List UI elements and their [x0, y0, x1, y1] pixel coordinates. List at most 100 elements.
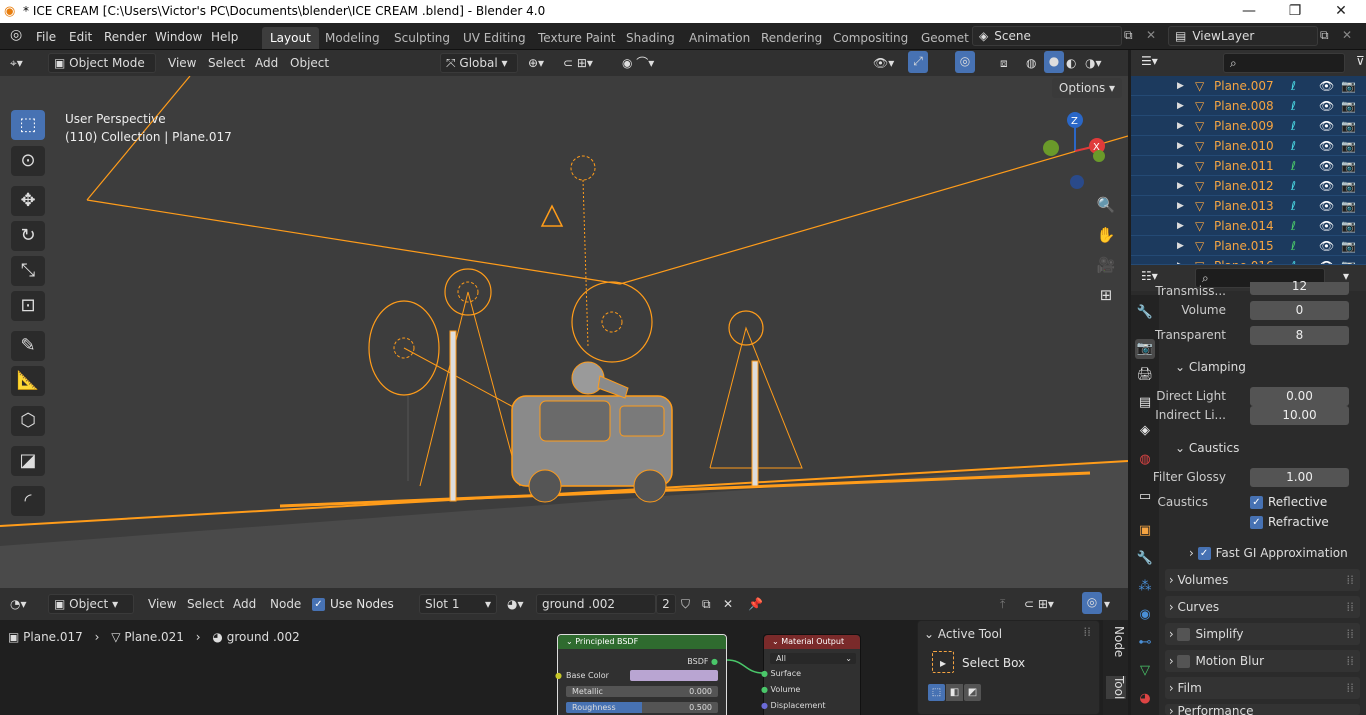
move-tool[interactable]: ✥	[11, 186, 45, 216]
tab-rendering[interactable]: Rendering	[753, 27, 830, 49]
select-extend-icon[interactable]: ◧	[946, 684, 963, 701]
volume-socket[interactable]: ● Volume	[761, 685, 800, 694]
shear-tool[interactable]: ◜	[11, 486, 45, 516]
xray-icon[interactable]: ⧈	[1000, 53, 1008, 73]
modifier-icon[interactable]: ℓ	[1291, 216, 1296, 236]
material-name-field[interactable]: ground .002	[536, 594, 656, 614]
transparent-bounces-field[interactable]: 8	[1250, 326, 1349, 345]
shrink-fatten-tool[interactable]: ◪	[11, 446, 45, 476]
node-menu-select[interactable]: Select	[187, 594, 224, 614]
3d-viewport[interactable]: Z X User Perspective (110) Collection | …	[0, 76, 1128, 588]
modifier-icon[interactable]: ℓ	[1291, 116, 1296, 136]
menu-add[interactable]: Add	[255, 53, 278, 73]
transform-orientation[interactable]: ⤧ Global ▾	[440, 53, 518, 73]
camera-icon[interactable]: 📷	[1341, 156, 1356, 176]
scene-new-icon[interactable]: ⧉	[1124, 28, 1133, 43]
expand-arrow-icon[interactable]: ▶	[1177, 236, 1184, 256]
outliner-editor-icon[interactable]: ☰▾	[1141, 54, 1158, 68]
camera-view-icon[interactable]: 🎥	[1093, 252, 1119, 278]
camera-icon[interactable]: 📷	[1341, 176, 1356, 196]
outliner-row[interactable]: ▶ ▽ Plane.008 ℓ 👁 📷	[1131, 96, 1366, 116]
tab-uv-editing[interactable]: UV Editing	[455, 27, 534, 49]
filter-icon[interactable]: ⊽	[1356, 54, 1365, 68]
outliner-row[interactable]: ▶ ▽ Plane.016 ℓ 👁 📷	[1131, 256, 1366, 265]
outliner-search[interactable]: ⌕	[1223, 53, 1345, 73]
tab-compositing[interactable]: Compositing	[825, 27, 916, 49]
outliner-item-name[interactable]: Plane.008	[1214, 96, 1274, 116]
drag-handle-icon[interactable]: ⁞⁞	[1346, 596, 1354, 618]
checkbox-icon[interactable]	[1177, 655, 1191, 668]
clamping-section[interactable]: ⌄ Clamping	[1175, 357, 1246, 377]
menu-view[interactable]: View	[168, 53, 196, 73]
outliner-row[interactable]: ▶ ▽ Plane.010 ℓ 👁 📷	[1131, 136, 1366, 156]
outliner-item-name[interactable]: Plane.007	[1214, 76, 1274, 96]
select-subtract-icon[interactable]: ◩	[964, 684, 981, 701]
material-browse-icon[interactable]: ◕▾	[507, 594, 524, 614]
material-users-count[interactable]: 2	[656, 594, 676, 614]
expand-arrow-icon[interactable]: ▶	[1177, 256, 1184, 264]
outliner-row[interactable]: ▶ ▽ Plane.009 ℓ 👁 📷	[1131, 116, 1366, 136]
drag-handle-icon[interactable]: ⁞⁞	[1346, 677, 1354, 699]
reflective-checkbox[interactable]: ✓ Reflective	[1250, 493, 1327, 511]
menu-help[interactable]: Help	[204, 27, 245, 47]
pan-hand-icon[interactable]: ✋	[1093, 222, 1119, 248]
eye-icon[interactable]: 👁	[1319, 76, 1334, 96]
modifier-icon[interactable]: ℓ	[1291, 176, 1296, 196]
expand-arrow-icon[interactable]: ▶	[1177, 96, 1184, 116]
outliner-row[interactable]: ▶ ▽ Plane.014 ℓ 👁 📷	[1131, 216, 1366, 236]
visibility-icon[interactable]: 👁▾	[873, 53, 894, 73]
node-menu-view[interactable]: View	[148, 594, 176, 614]
transform-tool[interactable]: ⊡	[11, 291, 45, 321]
menu-window[interactable]: Window	[148, 27, 209, 47]
outliner-item-name[interactable]: Plane.010	[1214, 136, 1274, 156]
output-props-icon[interactable]: 🖨	[1135, 365, 1155, 385]
menu-select[interactable]: Select	[208, 53, 245, 73]
snap-node-icon[interactable]: ⊂ ⊞▾	[1024, 594, 1054, 614]
render-props-icon[interactable]: 📷	[1135, 339, 1155, 359]
eye-icon[interactable]: 👁	[1319, 176, 1334, 196]
node-editor-type-icon[interactable]: ◔▾	[10, 594, 27, 614]
eye-icon[interactable]: 👁	[1319, 116, 1334, 136]
modifier-icon[interactable]: ℓ	[1291, 256, 1296, 264]
tab-animation[interactable]: Animation	[681, 27, 758, 49]
minimize-icon[interactable]: —	[1226, 0, 1272, 23]
unlink-material-icon[interactable]: ✕	[723, 594, 733, 614]
simplify-panel[interactable]: › Simplify ⁞⁞	[1165, 623, 1360, 645]
duplicate-material-icon[interactable]: ⧉	[702, 594, 711, 614]
zoom-icon[interactable]: 🔍	[1093, 192, 1119, 218]
tab-tool[interactable]: Tool	[1106, 676, 1126, 700]
camera-icon[interactable]: 📷	[1341, 216, 1356, 236]
scene-close-icon[interactable]: ✕	[1146, 28, 1156, 42]
tab-geometry[interactable]: Geomet	[913, 27, 977, 49]
eye-icon[interactable]: 👁	[1319, 196, 1334, 216]
bsdf-output-socket[interactable]: BSDF ●	[687, 657, 718, 666]
measure-tool[interactable]: 📐	[11, 366, 45, 396]
parent-node-icon[interactable]: ⤒	[1000, 594, 1005, 614]
outliner-item-name[interactable]: Plane.015	[1214, 236, 1274, 256]
eye-icon[interactable]: 👁	[1319, 256, 1334, 264]
expand-arrow-icon[interactable]: ▶	[1177, 76, 1184, 96]
outliner-item-name[interactable]: Plane.012	[1214, 176, 1274, 196]
eye-icon[interactable]: 👁	[1319, 216, 1334, 236]
node-menu-node[interactable]: Node	[270, 594, 301, 614]
outliner-item-name[interactable]: Plane.016	[1214, 256, 1274, 264]
direct-light-field[interactable]: 0.00	[1250, 387, 1349, 406]
cursor-tool[interactable]: ⊙	[11, 146, 45, 176]
slot-selector[interactable]: Slot 1 ▾	[419, 594, 497, 614]
properties-editor-icon[interactable]: ☷▾	[1141, 269, 1158, 283]
menu-object[interactable]: Object	[290, 53, 329, 73]
metallic-input[interactable]: Metallic 0.000	[566, 686, 718, 697]
camera-icon[interactable]: 📷	[1341, 236, 1356, 256]
pivot-icon[interactable]: ⊕▾	[528, 53, 544, 73]
outliner-item-name[interactable]: Plane.013	[1214, 196, 1274, 216]
shader-type-selector[interactable]: ▣ Object ▾	[48, 594, 134, 614]
physics-props-icon[interactable]: ◉	[1135, 605, 1155, 625]
outliner-row[interactable]: ▶ ▽ Plane.013 ℓ 👁 📷	[1131, 196, 1366, 216]
view-layer-close-icon[interactable]: ✕	[1342, 28, 1352, 42]
outliner-item-name[interactable]: Plane.014	[1214, 216, 1274, 236]
object-props-icon[interactable]: ▣	[1135, 521, 1155, 541]
modifier-props-icon[interactable]: 🔧	[1135, 549, 1155, 569]
tab-node[interactable]: Node	[1106, 626, 1126, 657]
annotate-tool[interactable]: ✎	[11, 331, 45, 361]
overlay-toggle-icon[interactable]: ◎	[955, 51, 975, 73]
